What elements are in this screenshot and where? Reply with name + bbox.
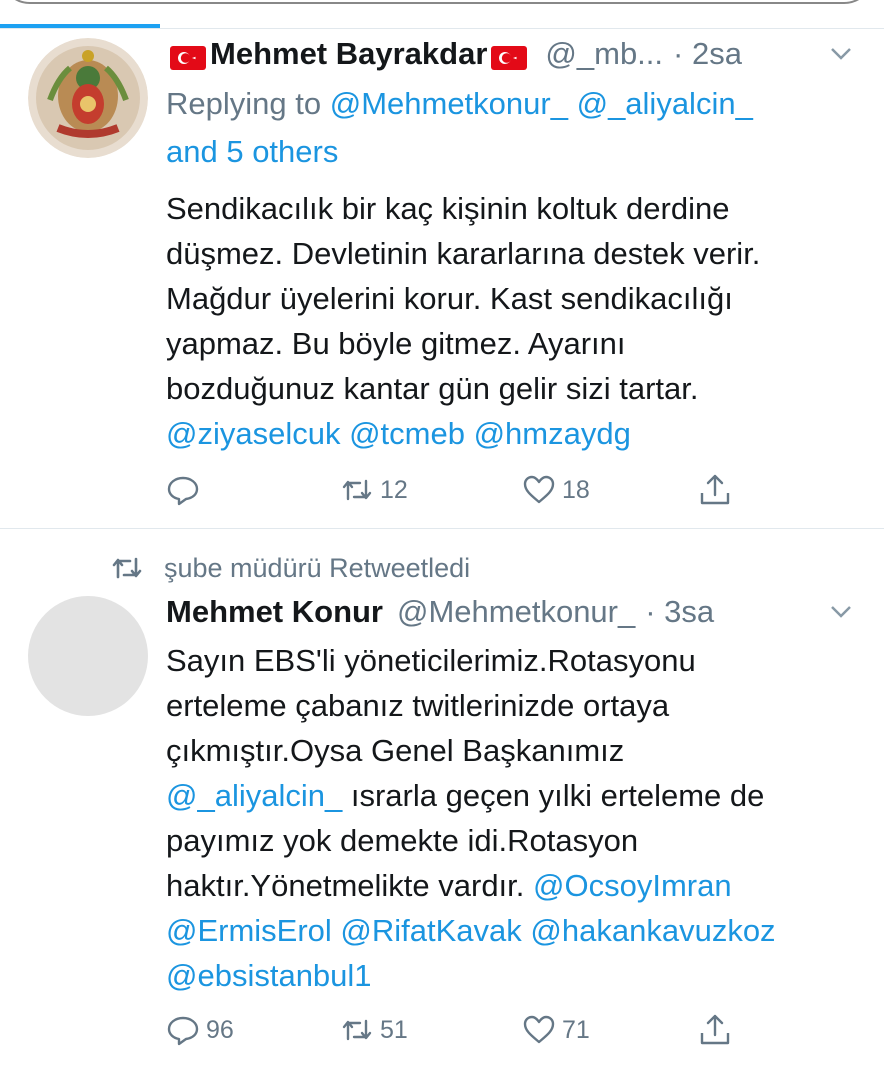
reply-button[interactable] [166,470,200,510]
turkey-flag-icon [170,42,206,70]
text-line: bozduğunuz kantar gün gelir sizi tartar. [166,371,699,406]
reply-count: 96 [206,1015,234,1044]
share-button[interactable] [698,470,732,510]
like-count: 18 [562,475,590,504]
display-name[interactable]: Mehmet Konur [166,594,383,630]
tweet-header: Mehmet Konur @Mehmetkonur_ · 3sa [166,590,864,634]
avatar[interactable] [28,596,148,716]
reply-icon [167,476,199,506]
others-link[interactable]: and 5 others [166,134,338,169]
text-fragment: haktır.Yönetmelikte vardır. [166,868,534,903]
mentions-line[interactable]: @ziyaselcuk @tcmeb @hmzaydg [166,411,866,456]
like-button[interactable]: 18 [522,470,590,510]
text-line: çıkmıştır.Oysa Genel Başkanımız [166,733,625,768]
retweet-count: 12 [380,475,408,504]
text-line: haktır.Yönetmelikte vardır. @OcsoyImran [166,863,866,908]
mention-link[interactable]: @_aliyalcin_ [577,86,753,121]
tweet-text: Sendikacılık bir kaç kişinin koltuk derd… [166,186,866,456]
share-icon [700,474,730,505]
tweet-2[interactable]: Mehmet Konur @Mehmetkonur_ · 3sa Sayın E… [0,530,884,1083]
tweet-actions: 96 51 71 [166,1010,846,1050]
retweet-button[interactable]: 51 [340,1010,408,1050]
reply-icon [167,1016,199,1046]
retweet-icon [342,479,372,501]
text-line: Mağdur üyelerini korur. Kast sendikacılı… [166,281,733,316]
replying-to: Replying to @Mehmetkonur_ @_aliyalcin_ a… [166,80,856,176]
mention-link[interactable]: @_aliyalcin_ [166,778,342,813]
retweet-count: 51 [380,1015,408,1044]
chevron-down-icon[interactable] [826,38,856,68]
mentions-line[interactable]: @ebsistanbul1 [166,953,866,998]
mention-link[interactable]: @OcsoyImran [533,868,732,903]
replying-to-label: Replying to [166,86,322,121]
mentions-line[interactable]: @ErmisErol @RifatKavak @hakankavuzkoz [166,908,866,953]
share-button[interactable] [698,1010,732,1050]
text-line: Sayın EBS'li yöneticilerimiz.Rotasyonu [166,643,696,678]
retweet-icon [342,1019,372,1041]
tweet-actions: 12 18 [166,470,846,510]
text-line: @_aliyalcin_ ısrarla geçen yılki ertelem… [166,773,866,818]
text-line: Sendikacılık bir kaç kişinin koltuk derd… [166,191,730,226]
text-line: düşmez. Devletinin kararlarına destek ve… [166,236,761,271]
reply-button[interactable]: 96 [166,1010,234,1050]
username[interactable]: @_mb... [545,36,663,72]
divider [0,528,884,529]
like-icon [523,475,555,504]
like-button[interactable]: 71 [522,1010,590,1050]
like-icon [523,1015,555,1044]
like-count: 71 [562,1015,590,1044]
username[interactable]: @Mehmetkonur_ [397,594,635,630]
text-line: payımız yok demekte idi.Rotasyon [166,823,639,858]
chevron-down-icon[interactable] [826,596,856,626]
ottoman-emblem-icon [28,38,148,158]
display-name[interactable]: Mehmet Bayrakdar [210,36,487,72]
mention-link[interactable]: @Mehmetkonur_ [330,86,568,121]
tweet-header: Mehmet Bayrakdar @_mb... · 2sa [166,32,864,76]
tweet-text: Sayın EBS'li yöneticilerimiz.Rotasyonu e… [166,638,866,998]
text-line: erteleme çabanız twitlerinizde ortaya [166,688,670,723]
retweet-button[interactable]: 12 [340,470,408,510]
tweet-1[interactable]: Mehmet Bayrakdar @_mb... · 2sa Replying … [0,0,884,530]
timestamp[interactable]: · 2sa [673,36,742,72]
text-fragment: ısrarla geçen yılki erteleme de [342,778,765,813]
turkey-flag-icon [491,42,528,70]
timestamp[interactable]: · 3sa [645,594,714,630]
avatar[interactable] [28,38,148,158]
share-icon [700,1014,730,1045]
text-line: yapmaz. Bu böyle gitmez. Ayarını [166,326,626,361]
